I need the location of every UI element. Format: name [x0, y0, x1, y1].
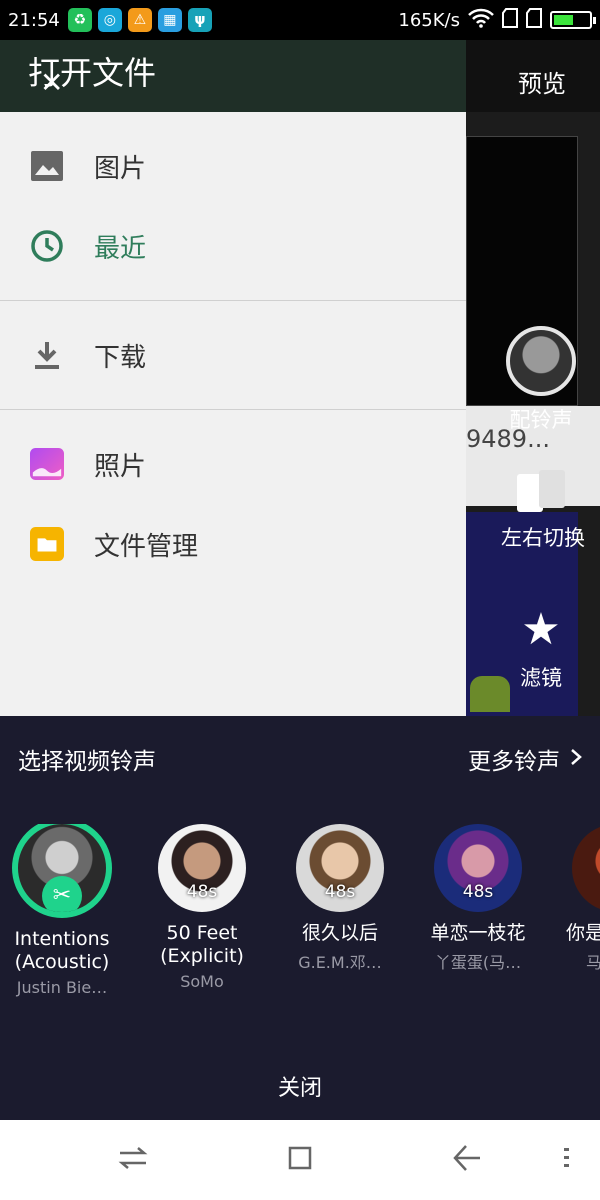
song-artist: 马	[546, 949, 600, 973]
drawer-item-label: 最近	[94, 233, 147, 264]
song-title: 50 Feet (Explicit)	[160, 922, 244, 967]
drawer-item-recent[interactable]: 最近	[0, 206, 466, 286]
song-artist: 丫蛋蛋(马…	[434, 953, 522, 972]
ringtone-sheet: 选择视频铃声 更多铃声 ✂ Intentions (Acoustic) Just…	[0, 716, 600, 1120]
drawer-item-photos[interactable]: 照片	[0, 424, 466, 504]
drawer-item-downloads[interactable]: 下载	[0, 315, 466, 395]
preview-button[interactable]: 预览	[518, 64, 566, 99]
photos-app-icon	[30, 447, 64, 481]
drawer-divider	[0, 300, 466, 301]
scissors-icon[interactable]: ✂	[42, 876, 82, 912]
home-icon[interactable]	[286, 1144, 314, 1180]
song-duration: 48s	[324, 882, 356, 902]
gallery-icon: ▦	[157, 8, 182, 32]
drawer-item-label: 下载	[94, 342, 147, 373]
close-icon[interactable]: ✕	[40, 66, 63, 99]
song-item[interactable]: 48s 50 Feet (Explicit) SoMo	[132, 824, 272, 991]
back-icon[interactable]	[452, 1144, 482, 1180]
song-list: ✂ Intentions (Acoustic) Justin Bie… 48s …	[0, 824, 600, 1024]
drawer-item-images[interactable]: 图片	[0, 126, 466, 206]
song-cover: 48s	[158, 824, 246, 912]
sim1-icon	[502, 7, 518, 33]
song-artist: G.E.M.邓…	[298, 953, 382, 972]
system-nav-bar	[0, 1120, 600, 1200]
battery-icon	[550, 11, 596, 29]
swap-tool[interactable]: 左右切换	[488, 468, 598, 552]
swap-icon	[517, 468, 569, 512]
song-cover: 48s	[434, 824, 522, 912]
close-sheet-button[interactable]: 关闭	[0, 1070, 600, 1102]
song-title: 单恋一枝花	[430, 922, 526, 944]
drawer-header: 打开文件 ✕	[0, 40, 466, 112]
ringtone-tool-label: 配铃声	[509, 408, 573, 432]
status-right: 165K/s	[398, 7, 596, 33]
chevron-right-icon	[570, 746, 582, 772]
song-cover: ✂	[12, 824, 112, 918]
sim2-icon	[526, 7, 542, 33]
filter-tool-label: 滤镜	[520, 666, 562, 690]
warning-icon: ⚠	[127, 8, 152, 32]
status-time: 21:54	[8, 9, 60, 31]
ringtone-tool[interactable]: 配铃声	[486, 326, 596, 434]
song-item[interactable]: 你是的 马	[546, 824, 600, 973]
avatar-ringtone-icon	[506, 326, 576, 396]
folder-icon	[30, 527, 64, 561]
wifi-icon	[468, 8, 494, 33]
drawer-item-file-manager[interactable]: 文件管理	[0, 504, 466, 584]
song-cover: 48s	[296, 824, 384, 912]
song-artist: Justin Bie…	[16, 978, 108, 997]
song-item[interactable]: 48s 很久以后 G.E.M.邓…	[270, 824, 410, 973]
more-ringtones-label: 更多铃声	[468, 749, 560, 775]
sheet-header: 选择视频铃声 更多铃声	[0, 716, 600, 776]
network-speed: 165K/s	[398, 9, 460, 31]
usb-icon: ψ	[187, 8, 212, 32]
sheet-title: 选择视频铃声	[18, 749, 156, 775]
status-bar: 21:54 ♻ ◎ ⚠ ▦ ψ 165K/s	[0, 0, 600, 40]
clock-icon	[30, 229, 64, 263]
download-icon	[30, 338, 64, 372]
song-artist: SoMo	[180, 972, 224, 991]
app-icon: ◎	[97, 8, 122, 32]
song-title: Intentions (Acoustic)	[14, 928, 110, 973]
song-cover	[572, 824, 600, 912]
song-duration: 48s	[462, 882, 494, 902]
song-duration: 48s	[186, 882, 218, 902]
notification-icons: ♻ ◎ ⚠ ▦ ψ	[67, 8, 212, 32]
menu-icon[interactable]	[560, 1144, 572, 1180]
wechat-like-icon: ♻	[67, 8, 92, 32]
swap-tool-label: 左右切换	[501, 526, 585, 550]
drawer-item-label: 图片	[94, 153, 147, 184]
image-icon	[30, 149, 64, 183]
filter-icon: ★	[521, 604, 561, 655]
open-file-drawer: 打开文件 ✕ 图片 最近 下载 照片 文件管理	[0, 40, 466, 716]
filter-tool[interactable]: ★ 滤镜	[486, 604, 596, 692]
song-item[interactable]: ✂ Intentions (Acoustic) Justin Bie…	[0, 824, 132, 997]
drawer-divider	[0, 409, 466, 410]
drawer-item-label: 文件管理	[94, 531, 199, 562]
song-title: 你是的	[566, 922, 600, 944]
more-ringtones-link[interactable]: 更多铃声	[468, 742, 582, 776]
song-title: 很久以后	[301, 922, 378, 944]
drawer-item-label: 照片	[94, 451, 147, 482]
song-item[interactable]: 48s 单恋一枝花 丫蛋蛋(马…	[408, 824, 548, 973]
switch-apps-icon[interactable]	[118, 1144, 148, 1179]
